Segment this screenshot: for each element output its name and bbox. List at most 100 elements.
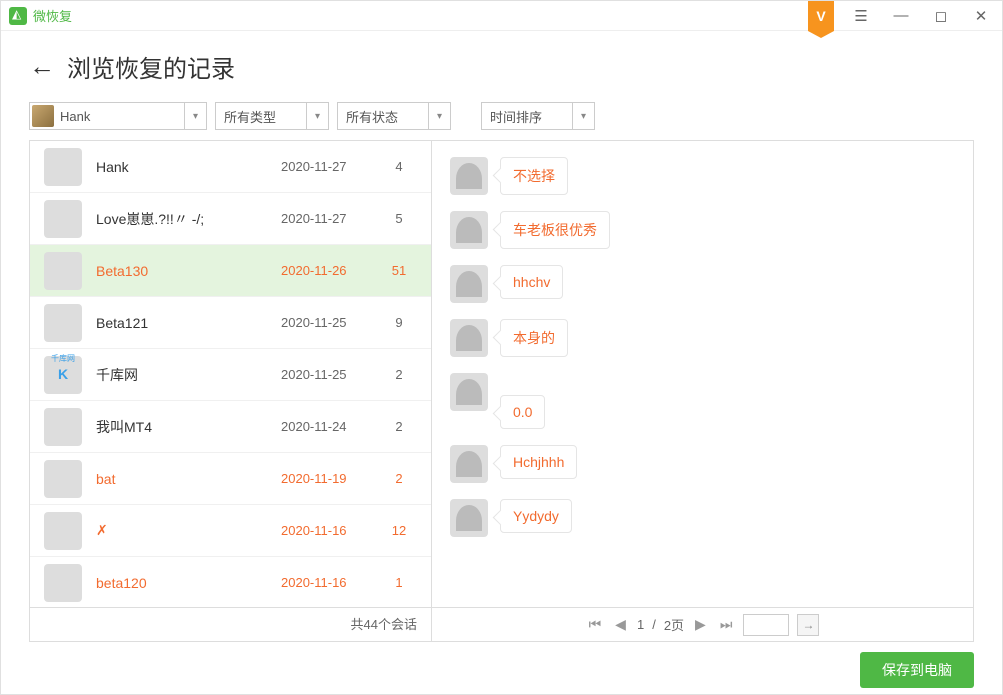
row-count: 1 [381,575,417,590]
total-count: 共44个会话 [30,608,432,641]
row-name: Love崽崽.?!!〃 -/; [96,209,281,229]
conversation-row[interactable]: Love崽崽.?!!〃 -/;2020-11-275 [30,193,431,245]
page-input[interactable] [743,614,789,636]
contact-panel[interactable]: 不选择车老板很优秀 hhchv 本身的 0.0 Hchjhhh Yydydy [432,141,973,607]
conversation-row[interactable]: 我叫MT42020-11-242 [30,401,431,453]
row-name: 我叫MT4 [96,417,281,437]
chevron-down-icon: ▾ [184,103,206,129]
contact-item[interactable]: Yydydy [450,499,955,537]
contact-item[interactable]: hhchv [450,265,955,303]
row-avatar-icon [44,408,82,446]
chevron-down-icon: ▾ [572,103,594,129]
chevron-down-icon: ▾ [428,103,450,129]
row-date: 2020-11-16 [281,575,381,590]
vip-badge-icon[interactable]: V [808,1,834,31]
app-name: 微恢复 [33,6,72,25]
sort-label: 时间排序 [490,107,542,126]
conversation-row[interactable]: Hank2020-11-274 [30,141,431,193]
row-avatar-icon [44,564,82,602]
row-name: beta120 [96,575,281,591]
row-count: 4 [381,159,417,174]
row-date: 2020-11-24 [281,419,381,434]
row-name: Beta121 [96,315,281,331]
row-date: 2020-11-26 [281,263,381,278]
pagination: ⏮ ◀ 1 / 2页 ▶ ⏭ → [432,614,973,636]
page-next-icon[interactable]: ▶ [692,616,709,633]
contact-label: 本身的 [500,319,568,357]
contact-label: Yydydy [500,499,572,533]
row-date: 2020-11-27 [281,211,381,226]
row-count: 51 [381,263,417,278]
row-name: 千库网 [96,365,281,385]
contact-avatar-icon [450,211,488,249]
filter-bar: Hank ▾ 所有类型 ▾ 所有状态 ▾ 时间排序 ▾ [1,96,1002,140]
contact-label: 车老板很优秀 [500,211,610,249]
page-first-icon[interactable]: ⏮ [586,616,605,633]
page-total: 2页 [664,615,684,634]
row-count: 9 [381,315,417,330]
chevron-down-icon: ▾ [306,103,328,129]
row-name: Beta130 [96,263,281,279]
contact-label: Hchjhhh [500,445,577,479]
page-prev-icon[interactable]: ◀ [612,616,629,633]
row-date: 2020-11-25 [281,315,381,330]
user-filter-label: Hank [60,109,90,124]
page-last-icon[interactable]: ⏭ [717,616,736,633]
app-logo-icon [9,7,27,25]
row-avatar-icon [44,304,82,342]
row-avatar-icon [44,512,82,550]
close-button[interactable]: ✕ [968,3,994,29]
conversation-row[interactable]: Beta1302020-11-2651 [30,245,431,297]
conversation-row[interactable]: bat2020-11-192 [30,453,431,505]
contact-item[interactable]: 不选择 [450,157,955,195]
row-date: 2020-11-16 [281,523,381,538]
contact-label: hhchv [500,265,563,299]
sort-select[interactable]: 时间排序 ▾ [481,102,595,130]
back-arrow-icon[interactable]: ← [29,51,55,82]
row-avatar-icon [44,252,82,290]
type-filter-select[interactable]: 所有类型 ▾ [215,102,329,130]
row-name: ✗ [96,522,281,539]
maximize-button[interactable]: ◻ [928,3,954,29]
row-count: 2 [381,471,417,486]
status-filter-select[interactable]: 所有状态 ▾ [337,102,451,130]
conversation-row[interactable]: beta1202020-11-161 [30,557,431,607]
conversation-row[interactable]: Beta1212020-11-259 [30,297,431,349]
status-filter-label: 所有状态 [346,107,398,126]
footer-bar: 共44个会话 ⏮ ◀ 1 / 2页 ▶ ⏭ → [29,608,974,642]
row-avatar-icon [44,200,82,238]
conversation-row[interactable]: ✗2020-11-1612 [30,505,431,557]
user-filter-select[interactable]: Hank ▾ [29,102,207,130]
row-count: 5 [381,211,417,226]
row-count: 2 [381,419,417,434]
save-to-computer-button[interactable]: 保存到电脑 [860,652,974,688]
conversation-row[interactable]: 千库网千库网2020-11-252 [30,349,431,401]
user-avatar-icon [32,105,54,127]
contact-item[interactable]: 本身的 [450,319,955,357]
row-count: 12 [381,523,417,538]
contact-avatar-icon [450,499,488,537]
menu-icon[interactable]: ☰ [848,3,874,29]
row-name: bat [96,471,281,487]
minimize-button[interactable]: — [888,3,914,29]
row-avatar-icon [44,460,82,498]
contact-item[interactable]: Hchjhhh [450,445,955,483]
contact-item[interactable]: 0.0 [450,373,955,429]
contact-avatar-icon [450,445,488,483]
page-title: 浏览恢复的记录 [67,49,235,84]
contact-avatar-icon [450,265,488,303]
row-count: 2 [381,367,417,382]
page-current: 1 [637,617,644,632]
page-go-button[interactable]: → [797,614,819,636]
contact-item[interactable]: 车老板很优秀 [450,211,955,249]
contact-avatar-icon [450,157,488,195]
page-sep: / [652,617,656,632]
row-date: 2020-11-25 [281,367,381,382]
page-header: ← 浏览恢复的记录 [1,31,1002,96]
contact-avatar-icon [450,319,488,357]
row-name: Hank [96,159,281,175]
conversation-list[interactable]: Hank2020-11-274Love崽崽.?!!〃 -/;2020-11-27… [30,141,432,607]
row-avatar-icon [44,148,82,186]
contact-label: 不选择 [500,157,568,195]
titlebar: 微恢复 V ☰ — ◻ ✕ [1,1,1002,31]
